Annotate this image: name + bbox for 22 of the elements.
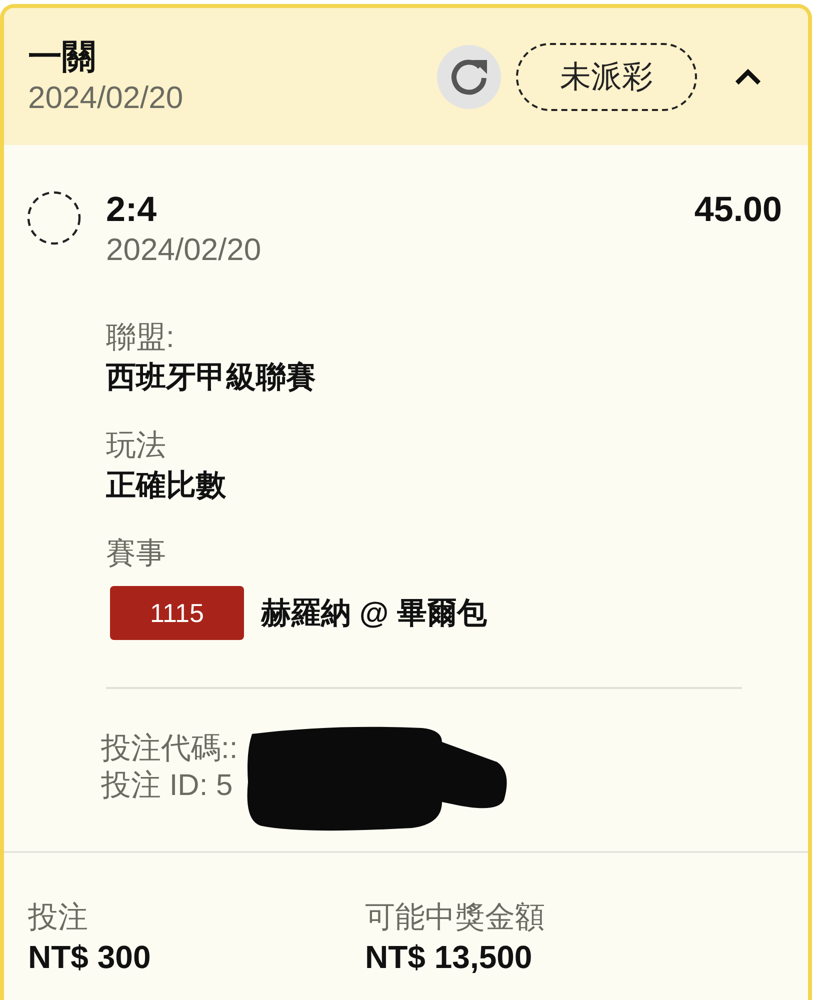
field-label: 賽事 <box>106 536 166 572</box>
field-value: 正確比數 <box>106 468 226 504</box>
field-value: 西班牙甲級聯賽 <box>106 360 316 396</box>
match-name: 赫羅納 @ 畢爾包 <box>261 596 487 632</box>
status-pill: 未派彩 <box>516 42 697 110</box>
odds-value: 45.00 <box>694 189 782 231</box>
summary-label: 可能中獎金額 <box>365 900 545 936</box>
field-label: 聯盟: <box>106 320 174 356</box>
summary-label: 投注 <box>28 900 88 936</box>
bet-date: 2024/02/20 <box>28 78 184 116</box>
bet-reference: 投注 ID: 5 <box>101 768 234 804</box>
field-label: 玩法 <box>106 428 166 464</box>
summary-amount: NT$ 13,500 <box>365 938 532 977</box>
summary-amount: NT$ 300 <box>28 938 151 977</box>
refresh-icon[interactable] <box>437 44 501 108</box>
bet-type-title: 一關 <box>28 36 96 76</box>
bet-reference: 投注代碼:: <box>101 731 238 767</box>
match-date: 2024/02/20 <box>106 231 262 269</box>
dashed-circle-icon <box>27 191 81 245</box>
score-selection: 2:4 <box>106 189 157 231</box>
chevron-up-icon[interactable] <box>734 68 762 86</box>
match-number-badge: 1115 <box>110 586 244 640</box>
